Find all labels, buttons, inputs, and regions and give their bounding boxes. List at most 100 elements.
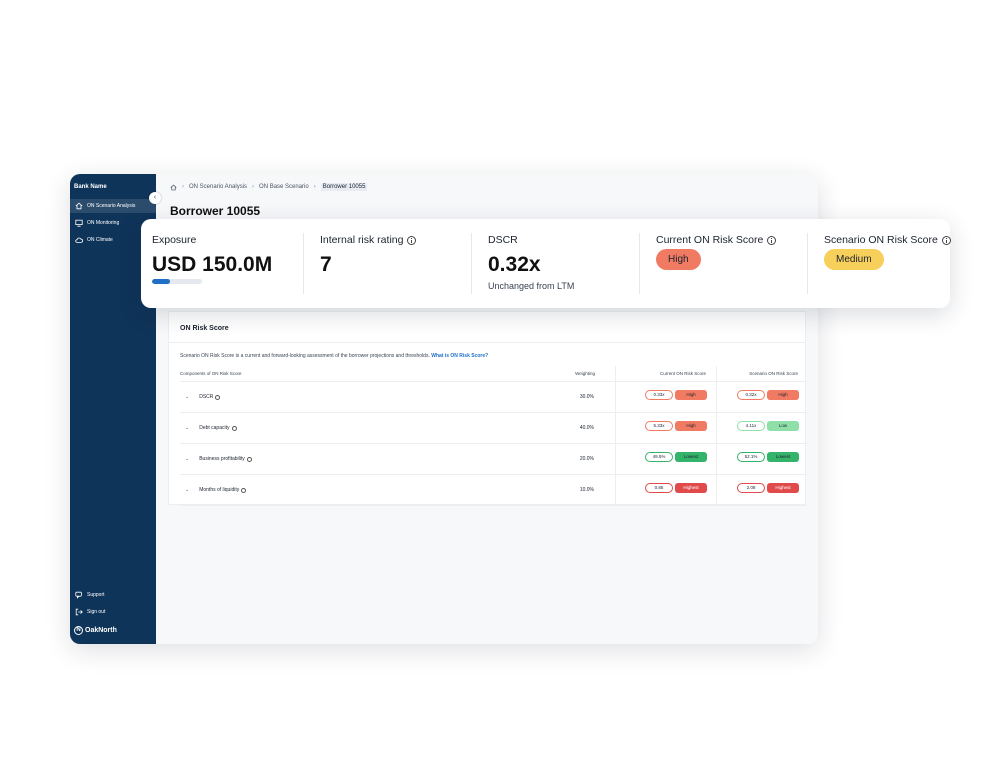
home-icon[interactable] [170, 184, 177, 191]
current-score-badge: High [656, 249, 701, 270]
info-icon[interactable] [241, 487, 247, 493]
table-row[interactable]: ⌄ Debt capacity 40.0% 5.33x High 4.11x L… [180, 413, 807, 444]
table-header: Components of ON Risk Score Weighting Cu… [180, 366, 807, 382]
collapse-sidebar-button[interactable]: ‹ [149, 192, 161, 204]
weighting-value: 10.0% [579, 487, 594, 493]
divider [303, 233, 304, 294]
internal-rating-metric: Internal risk rating 7 [320, 219, 470, 308]
sidebar-item-scenario-analysis[interactable]: ON Scenario Analysis [70, 199, 156, 213]
monitor-icon [75, 219, 83, 227]
scenario-level-badge: Lowest [767, 452, 799, 462]
scenario-value-pill: 0.32x [737, 390, 765, 400]
scenario-level-badge: Highest [767, 483, 799, 493]
table-row[interactable]: ⌄ Business profitability 20.0% 49.5% Low… [180, 444, 807, 475]
component-name: Months of liquidity [199, 487, 240, 493]
component-name: DSCR [199, 394, 214, 400]
internal-rating-label-text: Internal risk rating [320, 234, 404, 246]
dscr-metric: DSCR 0.32x Unchanged from LTM [488, 219, 638, 308]
breadcrumb-current: Borrower 10055 [320, 183, 368, 191]
info-icon[interactable] [215, 394, 221, 400]
chat-icon [75, 591, 83, 599]
sign-out-link[interactable]: Sign out [70, 605, 156, 619]
sidebar-item-label: ON Scenario Analysis [87, 203, 136, 209]
scenario-score-label-text: Scenario ON Risk Score [824, 234, 938, 246]
chevron-down-icon[interactable]: ⌄ [185, 456, 189, 462]
risk-score-table: Components of ON Risk Score Weighting Cu… [180, 366, 807, 506]
exposure-value: USD 150.0M [152, 253, 273, 276]
current-level-badge: Lowest [675, 452, 707, 462]
brand-logo: N OakNorth [74, 626, 117, 635]
divider [471, 233, 472, 294]
info-icon[interactable] [767, 235, 777, 245]
sidebar-item-label: ON Climate [87, 237, 113, 243]
dscr-label: DSCR [488, 234, 518, 246]
current-score-metric: Current ON Risk Score High [656, 219, 806, 308]
column-header-component: Components of ON Risk Score [180, 371, 242, 376]
column-header-current: Current ON Risk Score [615, 366, 715, 381]
current-level-badge: Highest [675, 483, 707, 493]
breadcrumb-item[interactable]: ON Scenario Analysis [189, 184, 247, 190]
info-icon[interactable] [246, 456, 252, 462]
column-header-scenario: Scenario ON Risk Score [716, 366, 807, 381]
weighting-value: 20.0% [579, 456, 594, 462]
divider [169, 342, 805, 343]
weighting-value: 40.0% [579, 425, 594, 431]
chevron-right-icon: › [182, 184, 184, 190]
column-header-weighting: Weighting [575, 371, 595, 376]
info-icon[interactable] [407, 235, 417, 245]
info-icon[interactable] [231, 425, 237, 431]
scenario-value-pill: 4.11x [737, 421, 765, 431]
chevron-right-icon: › [252, 184, 255, 190]
component-name: Debt capacity [199, 425, 230, 431]
panel-description: Scenario ON Risk Score is a current and … [180, 353, 488, 359]
dscr-value: 0.32x [488, 253, 541, 276]
page-title: Borrower 10055 [170, 204, 261, 218]
sign-out-label: Sign out [87, 609, 106, 615]
breadcrumb: › ON Scenario Analysis › ON Base Scenari… [170, 183, 368, 191]
breadcrumb-item[interactable]: ON Base Scenario [259, 184, 309, 190]
divider [639, 233, 640, 294]
internal-rating-value: 7 [320, 253, 332, 276]
current-value-pill: 49.5% [645, 452, 673, 462]
scenario-value-pill: 2.08 [737, 483, 765, 493]
risk-score-panel: ON Risk Score Scenario ON Risk Score is … [168, 311, 807, 506]
current-value-pill: 0.85 [645, 483, 673, 493]
scenario-score-badge: Medium [824, 249, 884, 270]
exposure-label: Exposure [152, 234, 197, 246]
chevron-down-icon[interactable]: ⌄ [185, 487, 189, 493]
support-label: Support [87, 592, 105, 598]
table-row[interactable]: ⌄ Months of liquidity 10.0% 0.85 Highest… [180, 475, 807, 506]
exposure-progress-bar [152, 279, 202, 284]
scenario-level-badge: Low [767, 421, 799, 431]
current-value-pill: 0.33x [645, 390, 673, 400]
chevron-right-icon: › [313, 184, 316, 190]
exposure-metric: Exposure USD 150.0M [152, 219, 302, 308]
scenario-level-badge: High [767, 390, 799, 400]
support-link[interactable]: Support [70, 588, 156, 602]
borrower-summary-card: Exposure USD 150.0M Internal risk rating… [141, 219, 951, 308]
sign-out-icon [75, 608, 83, 616]
oaknorth-logo-icon: N [74, 626, 83, 635]
scenario-score-label: Scenario ON Risk Score [824, 234, 951, 246]
dscr-subtext: Unchanged from LTM [488, 281, 575, 291]
info-icon[interactable] [941, 235, 951, 245]
cloud-icon [75, 236, 83, 244]
current-value-pill: 5.33x [645, 421, 673, 431]
current-score-label: Current ON Risk Score [656, 234, 777, 246]
exposure-progress-fill [152, 279, 170, 284]
component-name: Business profitability [199, 456, 245, 462]
chevron-down-icon[interactable]: ⌄ [185, 425, 189, 431]
sidebar-item-label: ON Monitoring [87, 220, 120, 226]
bank-name: Bank Name [74, 184, 107, 190]
table-row[interactable]: ⌄ DSCR 30.0% 0.33x High 0.32x High [180, 382, 807, 413]
divider [807, 233, 808, 294]
home-icon [75, 202, 83, 210]
description-text: Scenario ON Risk Score is a current and … [180, 353, 430, 359]
internal-rating-label: Internal risk rating [320, 234, 417, 246]
current-score-label-text: Current ON Risk Score [656, 234, 764, 246]
what-is-risk-score-link[interactable]: What is ON Risk Score? [431, 353, 488, 359]
scenario-score-metric: Scenario ON Risk Score Medium [824, 219, 951, 308]
chevron-down-icon[interactable]: ⌄ [185, 394, 189, 400]
current-level-badge: High [675, 421, 707, 431]
scenario-value-pill: 52.1% [737, 452, 765, 462]
